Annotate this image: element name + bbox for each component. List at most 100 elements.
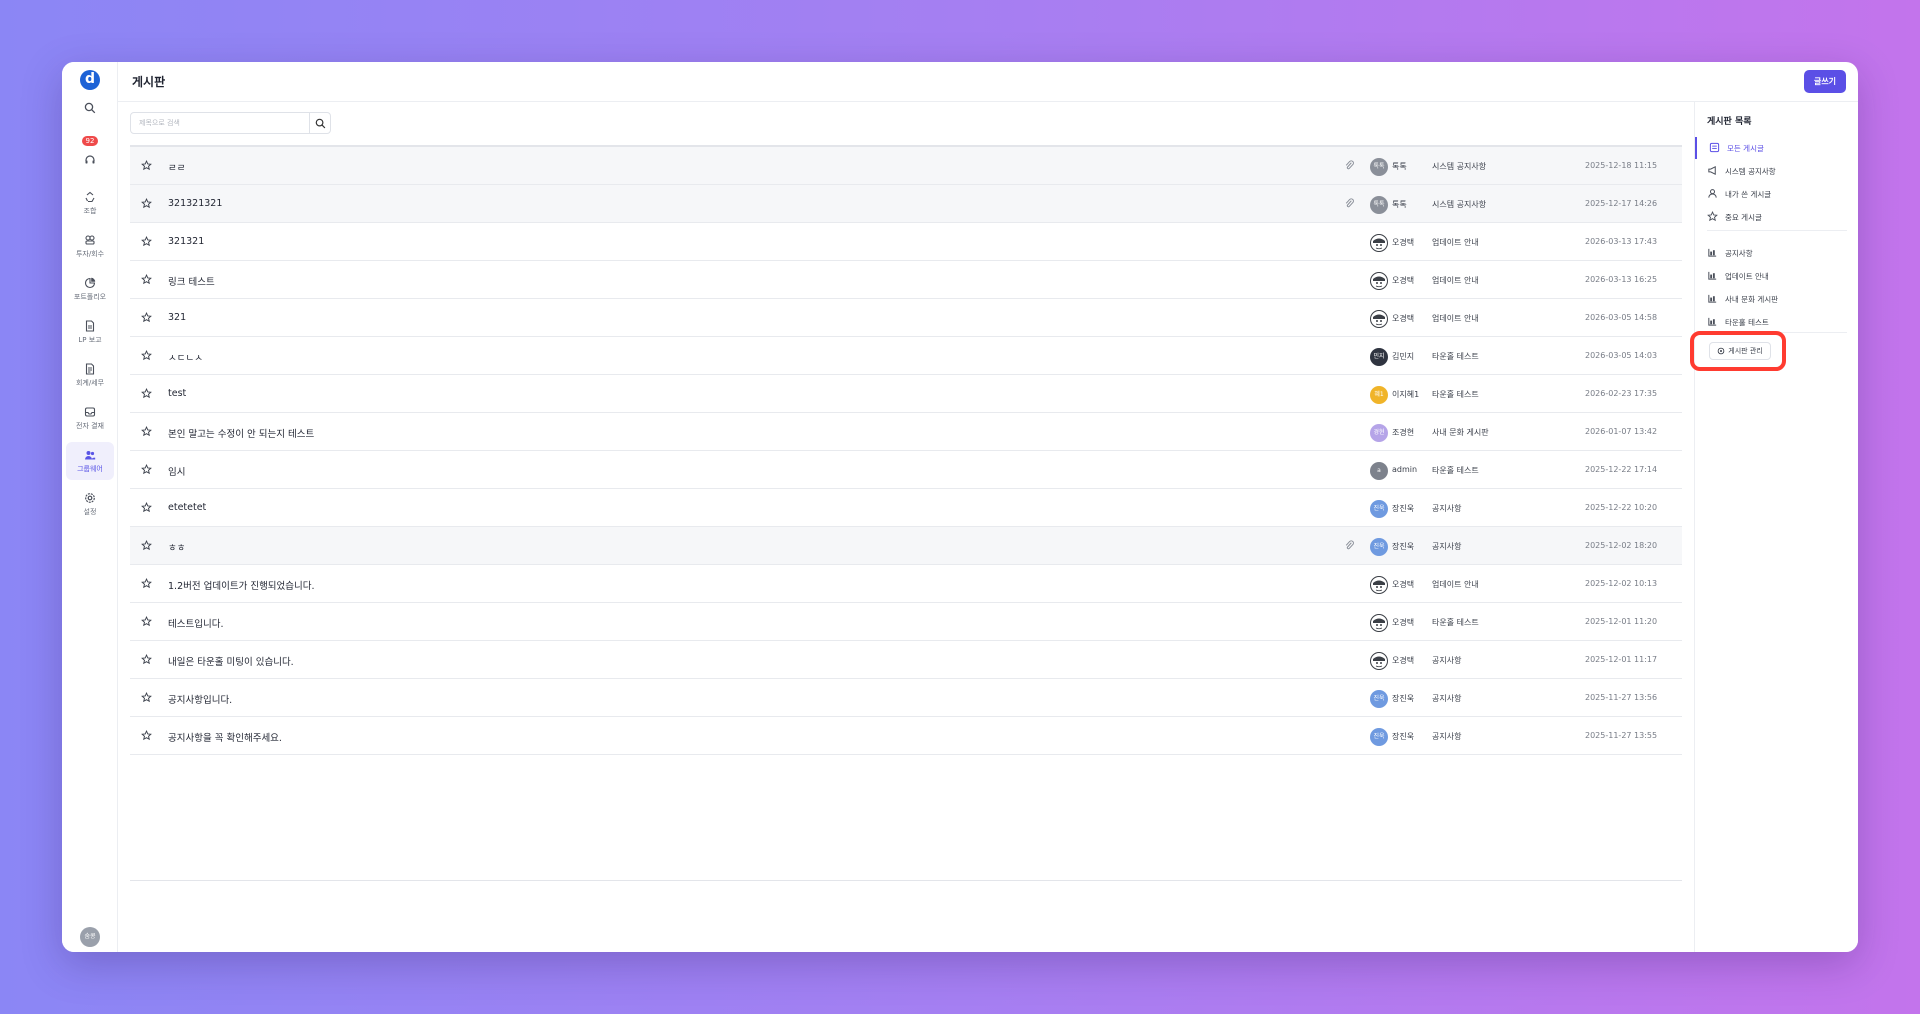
post-row[interactable]: 321321321 톡톡 톡톡 시스템 공지사항 2025-12-17 14:26 — [130, 185, 1682, 223]
star-icon[interactable] — [141, 312, 152, 323]
post-title[interactable]: 내일은 타운홀 미팅이 있습니다. — [168, 654, 294, 668]
board-nav-item[interactable]: 중요 게시글 — [1695, 206, 1858, 228]
board-name: 공지사항 — [1432, 542, 1462, 551]
search-icon[interactable] — [84, 102, 96, 114]
post-title[interactable]: 321 — [168, 312, 186, 323]
search-input[interactable] — [130, 112, 310, 134]
post-row[interactable]: 링크 테스트 오경택 업데이트 안내 2026-03-13 16:25 — [130, 261, 1682, 299]
board-nav-item[interactable]: 업데이트 안내 — [1695, 265, 1858, 287]
ledger-file-icon — [85, 362, 95, 375]
star-icon[interactable] — [141, 578, 152, 589]
author-avatar: 민지 — [1370, 348, 1388, 366]
headset-icon[interactable] — [84, 154, 96, 166]
search-button[interactable] — [309, 112, 331, 134]
cartoon-face-icon — [1373, 238, 1385, 250]
rail-item-3[interactable]: 포트폴리오 — [66, 270, 114, 308]
post-title[interactable]: ㅅㄷㄴㅅ — [168, 350, 203, 364]
post-row[interactable]: ㅎㅎ 진욱 장진욱 공지사항 2025-12-02 18:20 — [130, 527, 1682, 565]
rail-item-6[interactable]: 전자 결재 — [66, 399, 114, 437]
handshake-icon — [85, 234, 95, 245]
rail-item-1[interactable]: 조합 — [66, 184, 114, 222]
rail-item-2[interactable]: 투자/회수 — [66, 227, 114, 265]
board-name: 사내 문화 게시판 — [1432, 428, 1489, 437]
post-row[interactable]: 본인 말고는 수정이 안 되는지 테스트 경현 조경현 사내 문화 게시판 2026-0… — [130, 413, 1682, 451]
post-row[interactable]: 공지사항을 꼭 확인해주세요. 진욱 장진욱 공지사항 2025-11-27 13:55 — [130, 717, 1682, 755]
star-icon[interactable] — [141, 692, 152, 703]
post-row[interactable]: etetetet 진욱 장진욱 공지사항 2025-12-22 10:20 — [130, 489, 1682, 527]
star-icon[interactable] — [141, 236, 152, 247]
post-row[interactable]: 테스트입니다. 오경택 타운홀 테스트 2025-12-01 11:20 — [130, 603, 1682, 641]
board-name: 공지사항 — [1432, 504, 1462, 513]
rail-item-label: 전자 결재 — [76, 421, 104, 430]
star-icon[interactable] — [141, 160, 152, 171]
post-title[interactable]: 1.2버전 업데이트가 진행되었습니다. — [168, 578, 315, 592]
board-name: 업데이트 안내 — [1432, 580, 1479, 589]
app-logo[interactable]: d — [80, 70, 100, 90]
post-row[interactable]: ㅅㄷㄴㅅ 민지 김민지 타운홀 테스트 2026-03-05 14:03 — [130, 337, 1682, 375]
author-avatar — [1370, 310, 1388, 328]
author-avatar: 경현 — [1370, 424, 1388, 442]
post-date: 2025-11-27 13:56 — [1585, 693, 1658, 702]
paperclip-icon — [1345, 540, 1354, 550]
star-icon[interactable] — [141, 616, 152, 627]
post-row[interactable]: 321321 오경택 업데이트 안내 2026-03-13 17:43 — [130, 223, 1682, 261]
board-nav-item[interactable]: 사내 문화 게시판 — [1695, 288, 1858, 310]
rail-item-5[interactable]: 회계/세무 — [66, 356, 114, 394]
star-icon[interactable] — [141, 388, 152, 399]
star-icon[interactable] — [141, 198, 152, 209]
list-icon — [1709, 142, 1720, 153]
post-row[interactable]: 임시 a admin 타운홀 테스트 2025-12-22 17:14 — [130, 451, 1682, 489]
post-title[interactable]: ㄹㄹ — [168, 160, 185, 174]
post-title[interactable]: 임시 — [168, 464, 185, 478]
post-title[interactable]: 링크 테스트 — [168, 274, 215, 288]
post-date: 2025-11-27 13:55 — [1585, 731, 1658, 740]
post-row[interactable]: 내일은 타운홀 미팅이 있습니다. 오경택 공지사항 2025-12-01 11:17 — [130, 641, 1682, 679]
post-date: 2025-12-22 10:20 — [1585, 503, 1658, 512]
cartoon-face-icon — [1373, 276, 1385, 288]
rail-item-8[interactable]: 설정 — [66, 485, 114, 523]
post-row[interactable]: ㄹㄹ 톡톡 톡톡 시스템 공지사항 2025-12-18 11:15 — [130, 147, 1682, 185]
star-icon[interactable] — [141, 350, 152, 361]
post-row[interactable]: 321 오경택 업데이트 안내 2026-03-05 14:58 — [130, 299, 1682, 337]
board-name: 타운홀 테스트 — [1432, 352, 1479, 361]
author-name: 오경택 — [1392, 580, 1415, 589]
post-title[interactable]: 공지사항을 꼭 확인해주세요. — [168, 730, 282, 744]
board-nav-item[interactable]: 내가 쓴 게시글 — [1695, 183, 1858, 205]
star-icon[interactable] — [141, 464, 152, 475]
user-avatar[interactable]: 숨콩 — [80, 927, 100, 947]
board-nav-item[interactable]: 타운홀 테스트 — [1695, 311, 1858, 333]
post-title[interactable]: 테스트입니다. — [168, 616, 223, 630]
star-icon[interactable] — [141, 502, 152, 513]
post-title[interactable]: ㅎㅎ — [168, 540, 185, 554]
post-row[interactable]: 공지사항입니다. 진욱 장진욱 공지사항 2025-11-27 13:56 — [130, 679, 1682, 717]
write-post-button[interactable]: 글쓰기 — [1804, 70, 1846, 93]
board-nav-item[interactable]: 공지사항 — [1695, 242, 1858, 264]
star-icon[interactable] — [141, 426, 152, 437]
post-list: ㄹㄹ 톡톡 톡톡 시스템 공지사항 2025-12-18 11:15 321321321 톡… — [130, 145, 1682, 755]
rail-item-7[interactable]: 그룹웨어 — [66, 442, 114, 480]
board-name: 업데이트 안내 — [1432, 314, 1479, 323]
star-icon[interactable] — [141, 274, 152, 285]
post-row[interactable]: 1.2버전 업데이트가 진행되었습니다. 오경택 업데이트 안내 2025-12-02… — [130, 565, 1682, 603]
rail-item-4[interactable]: LP 보고 — [66, 313, 114, 351]
post-title[interactable]: etetetet — [168, 502, 206, 513]
post-row[interactable]: test 혜1 이지혜1 타운홀 테스트 2026-02-23 17:35 — [130, 375, 1682, 413]
post-title[interactable]: test — [168, 388, 186, 399]
notification-badge[interactable]: 92 — [82, 136, 98, 146]
star-icon[interactable] — [141, 730, 152, 741]
author-avatar — [1370, 614, 1388, 632]
board-nav-label: 업데이트 안내 — [1725, 272, 1769, 281]
board-nav-item[interactable]: 모든 게시글 — [1695, 137, 1858, 159]
rail-item-label: 설정 — [83, 507, 97, 516]
left-rail: d 92 조합투자/회수포트폴리오 LP 보고회계/세무전자 결재그룹웨어설정 숨… — [62, 62, 118, 952]
post-title[interactable]: 본인 말고는 수정이 안 되는지 테스트 — [168, 426, 314, 440]
post-title[interactable]: 321321 — [168, 236, 204, 247]
star-icon[interactable] — [141, 540, 152, 551]
post-title[interactable]: 321321321 — [168, 198, 222, 209]
manage-boards-button[interactable]: 게시판 관리 — [1709, 342, 1771, 360]
star-icon[interactable] — [141, 654, 152, 665]
post-date: 2026-03-13 17:43 — [1585, 237, 1658, 246]
board-nav-item[interactable]: 시스템 공지사항 — [1695, 160, 1858, 182]
author-name: 조경현 — [1392, 428, 1415, 437]
post-title[interactable]: 공지사항입니다. — [168, 692, 232, 706]
